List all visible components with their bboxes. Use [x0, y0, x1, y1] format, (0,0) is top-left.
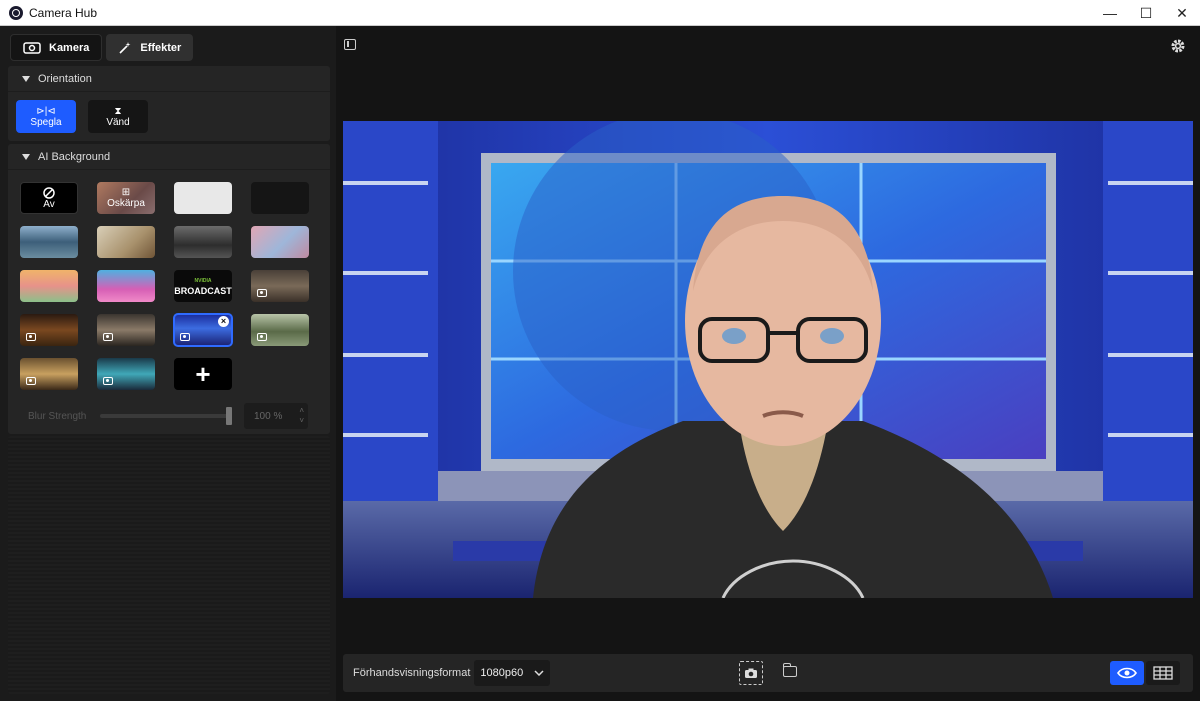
bg-tile-anime-pink[interactable]	[97, 270, 155, 302]
minimize-button[interactable]: —	[1092, 0, 1128, 26]
blur-icon: ⊞	[121, 186, 131, 198]
preview-panel: Förhandsvisningsformat 1080p60	[336, 26, 1200, 701]
bg-tile-off-label: Av	[43, 198, 55, 210]
tab-camera[interactable]: Kamera	[10, 34, 103, 61]
preview-format-value: 1080p60	[480, 667, 524, 679]
blur-strength-value: 100 %	[254, 410, 283, 422]
bg-tile-bar-video[interactable]	[97, 314, 155, 346]
bg-tile-news-studio-video[interactable]: ×	[173, 313, 233, 347]
blur-strength-label: Blur Strength	[28, 410, 87, 422]
mirror-icon: ⊳|⊲	[36, 105, 56, 117]
app-title: Camera Hub	[29, 5, 98, 20]
preview-image	[343, 121, 1193, 598]
ai-background-header[interactable]: AI Background	[8, 144, 330, 170]
magic-wand-icon	[119, 41, 131, 54]
maximize-button[interactable]: ☐	[1128, 0, 1164, 26]
flip-label: Vänd	[106, 116, 130, 128]
chevron-down-icon	[534, 670, 544, 676]
bg-tile-plants-video[interactable]	[251, 314, 309, 346]
bg-tile-blur[interactable]: ⊞ Oskärpa	[97, 182, 155, 214]
tab-effects[interactable]: Effekter	[106, 34, 194, 61]
video-icon	[180, 333, 190, 341]
tab-effects-label: Effekter	[140, 41, 182, 54]
bg-tile-studio-teal-video[interactable]	[97, 358, 155, 390]
video-icon	[26, 377, 36, 385]
preview-format-select[interactable]: 1080p60	[474, 660, 551, 686]
grid-icon	[1153, 666, 1173, 680]
bg-tile-anime-city[interactable]	[251, 226, 309, 258]
video-icon	[103, 377, 113, 385]
slider-thumb[interactable]	[226, 407, 232, 425]
stepper[interactable]: ˄ ˅	[299, 406, 304, 426]
snapshot-button[interactable]	[739, 661, 763, 685]
camera-icon	[23, 41, 41, 54]
ai-background-section: AI Background Av ⊞ Oskärpa NVIDIA BROADC…	[8, 144, 330, 434]
bg-tile-white[interactable]	[174, 182, 232, 214]
blur-strength-slider[interactable]	[100, 407, 232, 425]
mirror-label: Spegla	[30, 116, 62, 128]
tab-camera-label: Kamera	[49, 41, 90, 54]
window-controls: — ☐ ✕	[1092, 0, 1200, 26]
tab-bar: Kamera Effekter	[10, 34, 194, 61]
chevron-up-icon[interactable]: ˄	[299, 406, 304, 416]
preview-toggle-button[interactable]	[1110, 661, 1144, 685]
camera-preview	[343, 121, 1193, 598]
nvidia-logo: NVIDIA	[194, 278, 212, 284]
bg-tile-off[interactable]: Av	[20, 182, 78, 214]
orientation-section: Orientation ⊳|⊲ Spegla ⧗ Vänd	[8, 66, 330, 141]
eye-icon	[1117, 667, 1137, 679]
broadcast-logo: BROADCAST	[174, 286, 232, 296]
ai-background-title: AI Background	[38, 150, 111, 163]
bg-tile-window-video[interactable]	[20, 358, 78, 390]
bg-tile-lounge-video[interactable]	[251, 270, 309, 302]
bg-tile-cafe-video[interactable]	[20, 314, 78, 346]
bg-tile-room-wood[interactable]	[97, 226, 155, 258]
disabled-icon	[43, 186, 55, 199]
close-button[interactable]: ✕	[1164, 0, 1200, 26]
bg-tile-room-blue[interactable]	[20, 226, 78, 258]
folder-icon[interactable]	[783, 663, 797, 677]
background-grid: Av ⊞ Oskärpa NVIDIA BROADCAST × +	[20, 182, 309, 390]
collapse-caret-icon	[22, 75, 30, 82]
video-icon	[26, 333, 36, 341]
app-logo-icon	[9, 5, 23, 20]
mirror-button[interactable]: ⊳|⊲ Spegla	[16, 100, 76, 133]
empty-panel-area	[8, 436, 330, 694]
video-icon	[257, 289, 267, 297]
video-icon	[257, 333, 267, 341]
bg-tile-office[interactable]	[174, 226, 232, 258]
bg-tile-anime-room[interactable]	[20, 270, 78, 302]
blur-strength-row: Blur Strength 100 % ˄ ˅	[28, 402, 318, 430]
remove-background-button[interactable]: ×	[218, 316, 229, 327]
flip-button[interactable]: ⧗ Vänd	[88, 100, 148, 133]
orientation-header[interactable]: Orientation	[8, 66, 330, 92]
add-background-button[interactable]: +	[174, 358, 232, 390]
flip-icon: ⧗	[114, 105, 122, 117]
preview-format-label: Förhandsvisningsformat	[353, 667, 471, 679]
left-panel: Kamera Effekter Orientation ⊳|⊲ Spegla ⧗…	[0, 26, 336, 701]
grid-view-button[interactable]	[1146, 661, 1180, 685]
blur-strength-input[interactable]: 100 % ˄ ˅	[244, 403, 308, 429]
bg-tile-dark[interactable]	[251, 182, 309, 214]
title-bar: Camera Hub — ☐ ✕	[0, 0, 1200, 26]
video-icon	[103, 333, 113, 341]
sidebar-toggle-icon[interactable]	[344, 39, 356, 50]
bg-tile-blur-label: Oskärpa	[107, 197, 145, 209]
chevron-down-icon[interactable]: ˅	[299, 416, 304, 426]
bottom-toolbar: Förhandsvisningsformat 1080p60	[343, 654, 1193, 692]
orientation-title: Orientation	[38, 72, 92, 85]
gear-icon[interactable]	[1170, 38, 1186, 54]
camera-icon	[745, 668, 757, 678]
bg-tile-nvidia-broadcast[interactable]: NVIDIA BROADCAST	[174, 270, 232, 302]
collapse-caret-icon	[22, 153, 30, 160]
